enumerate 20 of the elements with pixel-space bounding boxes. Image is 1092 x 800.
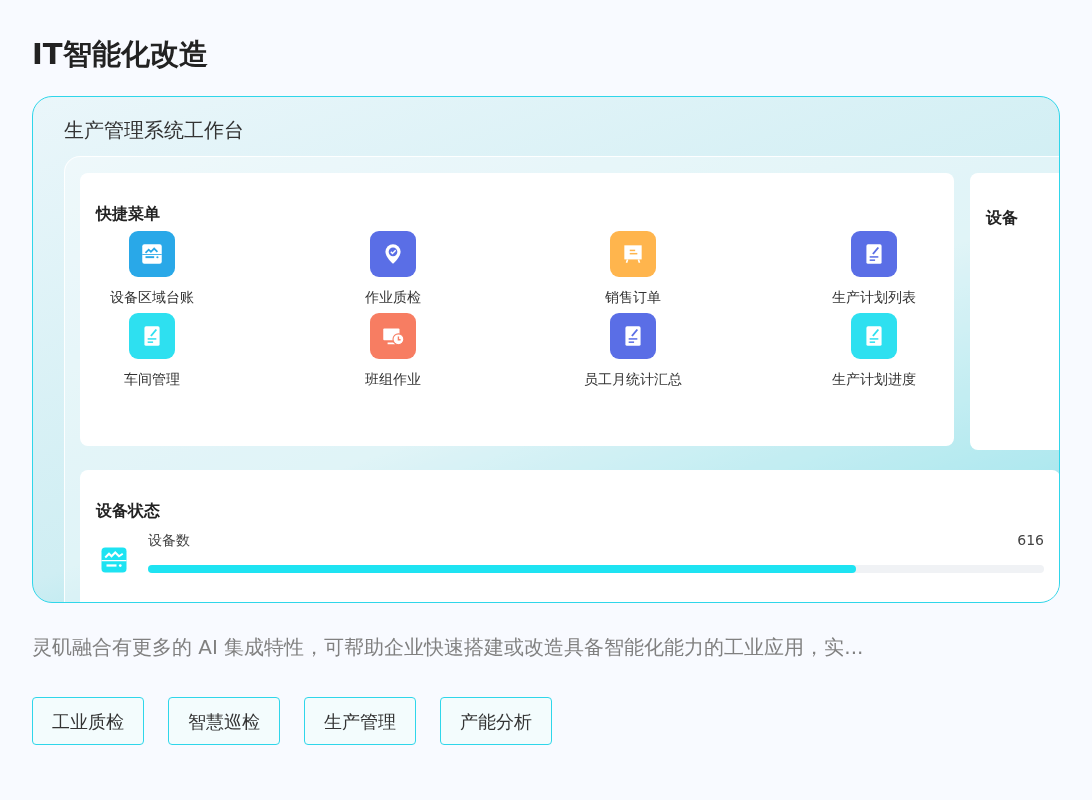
menu-item-link[interactable]: 生产计划进度 xyxy=(832,369,916,389)
menu-item-link[interactable]: 生产计划列表 xyxy=(832,287,916,307)
section-title: 快捷菜单 xyxy=(96,203,161,225)
tag-button[interactable]: 生产管理 xyxy=(304,697,416,745)
page-title: IT智能化改造 xyxy=(32,36,209,73)
menu-item-link[interactable]: 班组作业 xyxy=(364,369,421,389)
section-title: 设备状态 xyxy=(96,500,161,522)
description-text: 灵矶融合有更多的 AI 集成特性，可帮助企业快速搭建或改造具备智能化能力的工业应用，实... xyxy=(32,634,865,661)
tag-button[interactable]: 智慧巡检 xyxy=(168,697,280,745)
menu-item-link[interactable]: 设备区域台账 xyxy=(110,287,194,307)
menu-item-link[interactable]: 员工月统计汇总 xyxy=(584,369,683,389)
menu-item-link[interactable]: 车间管理 xyxy=(124,369,180,389)
tag-button[interactable]: 产能分析 xyxy=(440,697,552,745)
menu-item-link[interactable]: 销售订单 xyxy=(605,287,662,307)
metric-value: 616 xyxy=(1017,531,1044,550)
tag-button[interactable]: 工业质检 xyxy=(32,697,144,745)
workbench-title: 生产管理系统工作台 xyxy=(63,117,245,144)
menu-item-link[interactable]: 作业质检 xyxy=(364,287,421,307)
metric-label: 设备数 xyxy=(148,531,190,550)
section-title: 设备 xyxy=(986,207,1019,229)
